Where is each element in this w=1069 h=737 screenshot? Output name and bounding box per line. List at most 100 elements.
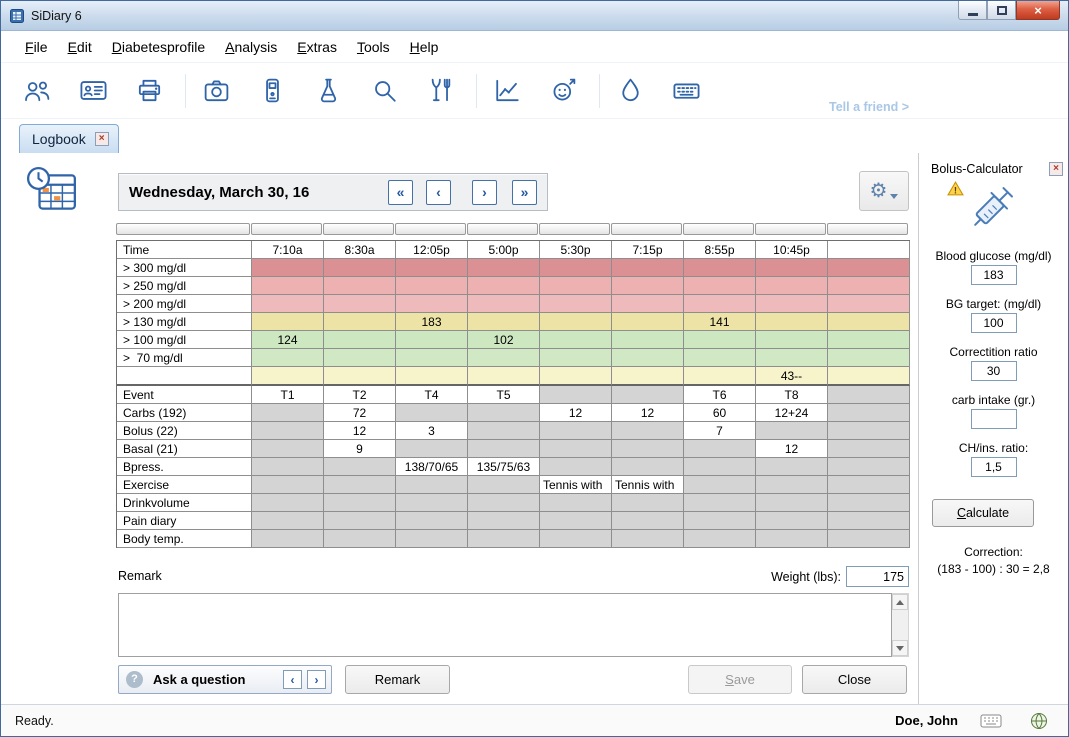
bg-range-cell[interactable] <box>612 349 684 367</box>
bg-range-cell[interactable] <box>828 277 910 295</box>
menu-extras[interactable]: Extras <box>287 39 347 55</box>
bg-range-cell[interactable] <box>252 313 324 331</box>
bg-target-input[interactable] <box>971 313 1017 333</box>
data-cell[interactable] <box>684 458 756 476</box>
column-header-button[interactable] <box>467 223 538 235</box>
column-header-button[interactable] <box>395 223 466 235</box>
data-cell[interactable] <box>756 494 828 512</box>
bg-range-cell[interactable] <box>252 277 324 295</box>
data-cell[interactable] <box>396 494 468 512</box>
calculate-button[interactable]: Calculate <box>932 499 1034 527</box>
contact-card-icon[interactable] <box>73 72 113 110</box>
data-cell[interactable] <box>756 476 828 494</box>
time-header-cell[interactable]: 10:45p <box>756 241 828 259</box>
data-cell[interactable] <box>828 458 910 476</box>
bg-range-cell[interactable] <box>540 331 612 349</box>
data-cell[interactable] <box>540 494 612 512</box>
tell-a-friend-link[interactable]: Tell a friend > <box>829 100 909 114</box>
data-cell[interactable] <box>468 512 540 530</box>
data-cell[interactable]: T6 <box>684 386 756 404</box>
remark-button[interactable]: Remark <box>345 665 450 694</box>
bg-range-cell[interactable] <box>612 331 684 349</box>
data-cell[interactable] <box>540 440 612 458</box>
data-cell[interactable] <box>540 530 612 548</box>
menu-analysis[interactable]: Analysis <box>215 39 287 55</box>
time-header-cell[interactable]: 7:15p <box>612 241 684 259</box>
bg-range-cell[interactable] <box>324 259 396 277</box>
menu-diabetesprofile[interactable]: Diabetesprofile <box>102 39 215 55</box>
bg-range-cell[interactable] <box>684 349 756 367</box>
blood-glucose-input[interactable] <box>971 265 1017 285</box>
data-cell[interactable] <box>684 494 756 512</box>
data-cell[interactable] <box>612 440 684 458</box>
statistics-icon[interactable] <box>487 72 527 110</box>
data-cell[interactable] <box>828 530 910 548</box>
data-cell[interactable] <box>828 512 910 530</box>
time-header-cell[interactable]: 8:30a <box>324 241 396 259</box>
data-cell[interactable]: 3 <box>396 422 468 440</box>
carb-intake-input[interactable] <box>971 409 1017 429</box>
data-cell[interactable] <box>324 530 396 548</box>
bg-range-cell[interactable] <box>396 331 468 349</box>
data-cell[interactable] <box>396 530 468 548</box>
bg-range-cell[interactable] <box>396 367 468 386</box>
column-header-button[interactable] <box>116 223 250 235</box>
data-cell[interactable] <box>252 494 324 512</box>
ask-question-widget[interactable]: ? Ask a question ‹ › <box>118 665 332 694</box>
column-header-button[interactable] <box>827 223 908 235</box>
bg-range-cell[interactable] <box>468 295 540 313</box>
bg-range-cell[interactable] <box>756 277 828 295</box>
data-cell[interactable] <box>756 422 828 440</box>
data-cell[interactable] <box>828 386 910 404</box>
save-button[interactable]: Save <box>688 665 792 694</box>
bg-range-cell[interactable] <box>324 277 396 295</box>
data-cell[interactable] <box>684 440 756 458</box>
flask-icon[interactable] <box>308 72 348 110</box>
data-cell[interactable] <box>252 512 324 530</box>
data-cell[interactable] <box>612 494 684 512</box>
bg-range-cell[interactable] <box>612 295 684 313</box>
printer-icon[interactable] <box>129 72 169 110</box>
data-cell[interactable] <box>324 458 396 476</box>
data-cell[interactable] <box>540 458 612 476</box>
bg-range-cell[interactable] <box>756 259 828 277</box>
data-cell[interactable] <box>468 404 540 422</box>
keyboard-icon[interactable] <box>666 72 706 110</box>
data-cell[interactable] <box>468 494 540 512</box>
data-cell[interactable]: Tennis with <box>540 476 612 494</box>
data-cell[interactable] <box>684 530 756 548</box>
question-next-button[interactable]: › <box>307 670 326 689</box>
data-cell[interactable] <box>684 476 756 494</box>
data-cell[interactable] <box>396 404 468 422</box>
bg-range-cell[interactable] <box>468 259 540 277</box>
scroll-up-button[interactable] <box>892 594 908 610</box>
bg-range-cell[interactable] <box>756 295 828 313</box>
data-cell[interactable]: 9 <box>324 440 396 458</box>
data-cell[interactable]: 7 <box>684 422 756 440</box>
bg-range-cell[interactable] <box>540 295 612 313</box>
column-header-button[interactable] <box>539 223 610 235</box>
data-cell[interactable] <box>252 422 324 440</box>
column-header-button[interactable] <box>251 223 322 235</box>
bg-range-cell[interactable]: 43-- <box>756 367 828 386</box>
data-cell[interactable] <box>684 512 756 530</box>
data-cell[interactable] <box>468 476 540 494</box>
close-logbook-button[interactable]: Close <box>802 665 907 694</box>
tab-close-icon[interactable]: × <box>95 132 109 146</box>
data-cell[interactable] <box>324 494 396 512</box>
correction-ratio-input[interactable] <box>971 361 1017 381</box>
bg-range-cell[interactable] <box>828 295 910 313</box>
bg-range-cell[interactable] <box>540 277 612 295</box>
data-cell[interactable]: T8 <box>756 386 828 404</box>
bg-range-cell[interactable] <box>540 259 612 277</box>
data-cell[interactable] <box>540 512 612 530</box>
data-cell[interactable] <box>828 440 910 458</box>
bg-range-cell[interactable] <box>396 259 468 277</box>
data-cell[interactable]: T4 <box>396 386 468 404</box>
column-header-button[interactable] <box>683 223 754 235</box>
globe-status-icon[interactable] <box>1030 712 1048 730</box>
bg-range-cell[interactable] <box>684 259 756 277</box>
camera-icon[interactable] <box>196 72 236 110</box>
time-header-cell[interactable]: 5:00p <box>468 241 540 259</box>
column-header-button[interactable] <box>323 223 394 235</box>
